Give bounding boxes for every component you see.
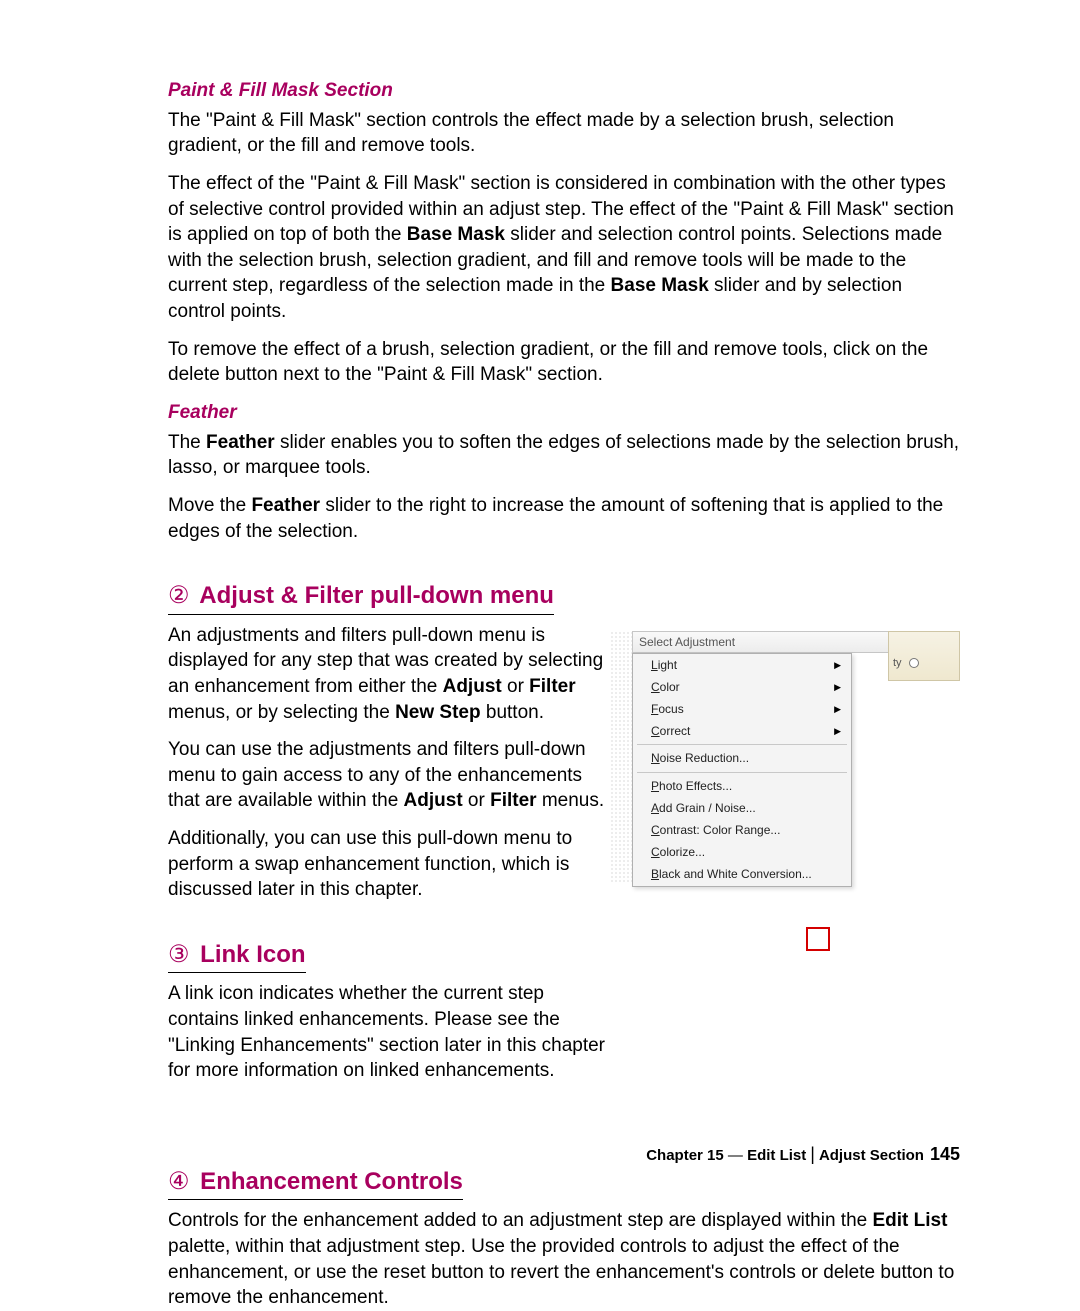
chevron-right-icon: ▶: [834, 681, 841, 693]
body-text: You can use the adjustments and filters …: [168, 737, 608, 814]
text-run: olorize...: [660, 845, 705, 859]
dropdown-label: Select Adjustment: [639, 634, 915, 650]
page-content: Paint & Fill Mask Section The "Paint & F…: [0, 0, 1080, 1311]
text-bold: Feather: [251, 495, 320, 516]
numbered-marker-icon: ②: [168, 580, 190, 612]
heading-text: Adjust & Filter pull-down menu: [194, 582, 554, 609]
text-run: menus, or by selecting the: [168, 702, 395, 723]
menu-item-color[interactable]: Color ▶: [633, 676, 851, 698]
text-run: lack and White Conversion...: [659, 867, 812, 881]
chevron-right-icon: ▶: [834, 703, 841, 715]
heading-adjust-filter: ② Adjust & Filter pull-down menu: [168, 580, 554, 614]
mnemonic: C: [651, 680, 660, 694]
mnemonic: C: [651, 845, 660, 859]
mnemonic: L: [651, 658, 658, 672]
body-text: The effect of the "Paint & Fill Mask" se…: [168, 171, 960, 325]
heading-feather: Feather: [168, 400, 960, 426]
text-bold: Feather: [206, 432, 275, 453]
menu-separator: [637, 772, 847, 773]
radio-icon[interactable]: [909, 658, 919, 668]
text-run: dd Grain / Noise...: [659, 801, 756, 815]
text-run: menus.: [537, 790, 605, 811]
dropdown-screenshot: ty Select Adjustment ▼ ✓ Light▶ Color▶ F…: [632, 631, 960, 887]
mnemonic: C: [651, 823, 660, 837]
panel-background: ty: [888, 631, 960, 681]
mnemonic: C: [651, 724, 660, 738]
body-text: The Feather slider enables you to soften…: [168, 430, 960, 481]
text-bold: Base Mask: [407, 224, 505, 245]
mnemonic: P: [651, 779, 659, 793]
body-text: Move the Feather slider to the right to …: [168, 493, 960, 544]
menu-item-noise-reduction[interactable]: Noise Reduction...: [633, 747, 851, 769]
column-right: ty Select Adjustment ▼ ✓ Light▶ Color▶ F…: [632, 623, 960, 887]
text-bold: Filter: [529, 676, 575, 697]
text-run: button.: [481, 702, 544, 723]
menu-item-colorize[interactable]: Colorize...: [633, 841, 851, 863]
page-footer: Chapter 15 — Edit List|Adjust Section 145: [646, 1142, 960, 1166]
text-bold: Filter: [490, 790, 536, 811]
two-column-layout: An adjustments and filters pull-down men…: [168, 623, 960, 1096]
menu-item-focus[interactable]: Focus▶: [633, 698, 851, 720]
text-run: Move the: [168, 495, 251, 516]
chevron-right-icon: ▶: [834, 725, 841, 737]
text-bold: Edit List: [873, 1210, 948, 1231]
text-bold: New Step: [395, 702, 481, 723]
body-text: To remove the effect of a brush, selecti…: [168, 337, 960, 388]
footer-section-b: Adjust Section: [819, 1147, 924, 1164]
body-text: An adjustments and filters pull-down men…: [168, 623, 608, 726]
mnemonic: A: [651, 801, 659, 815]
menu-item-photo-effects[interactable]: Photo Effects...: [633, 775, 851, 797]
text-run: hoto Effects...: [659, 779, 732, 793]
heading-enhancement-controls: ④ Enhancement Controls: [168, 1166, 463, 1200]
text-run: The: [168, 432, 206, 453]
text-run: or: [502, 676, 529, 697]
text-run: Controls for the enhancement added to an…: [168, 1210, 873, 1231]
chevron-right-icon: ▶: [834, 659, 841, 671]
footer-chapter: Chapter 15: [646, 1147, 724, 1164]
menu-separator: [637, 744, 847, 745]
page-number: 145: [930, 1144, 960, 1164]
text-run: slider enables you to soften the edges o…: [168, 432, 959, 479]
menu-item-bw-conversion[interactable]: Black and White Conversion...: [633, 863, 851, 885]
text-run: —: [724, 1147, 747, 1164]
text-run: ocus: [658, 702, 683, 716]
column-left: An adjustments and filters pull-down men…: [168, 623, 608, 1096]
body-text: A link icon indicates whether the curren…: [168, 981, 608, 1084]
menu-item-correct[interactable]: Correct ▶: [633, 720, 851, 742]
text-run: orrect: [660, 724, 691, 738]
text-bold: Base Mask: [611, 275, 709, 296]
mnemonic: N: [651, 751, 660, 765]
numbered-marker-icon: ③: [168, 939, 190, 971]
footer-section-a: Edit List: [747, 1147, 806, 1164]
menu-item-add-grain[interactable]: Add Grain / Noise...: [633, 797, 851, 819]
drag-handle-icon: [610, 631, 632, 883]
menu-item-light[interactable]: Light ▶: [633, 654, 851, 676]
body-text: Controls for the enhancement added to an…: [168, 1208, 960, 1311]
mnemonic: B: [651, 867, 659, 881]
heading-link-icon: ③ Link Icon: [168, 939, 306, 973]
text-run: ontrast: Color Range...: [660, 823, 781, 837]
heading-text: Link Icon: [194, 941, 306, 968]
numbered-marker-icon: ④: [168, 1166, 190, 1198]
heading-text: Enhancement Controls: [194, 1168, 463, 1195]
menu-item-contrast-color-range[interactable]: Contrast: Color Range...: [633, 819, 851, 841]
text-fragment: ty: [893, 657, 902, 669]
heading-paint-fill: Paint & Fill Mask Section: [168, 78, 960, 104]
highlight-box-icon: [806, 927, 830, 951]
text-run: ight: [658, 658, 677, 672]
body-text: The "Paint & Fill Mask" section controls…: [168, 108, 960, 159]
text-bold: Adjust: [443, 676, 502, 697]
text-run: olor: [660, 680, 680, 694]
text-run: oise Reduction...: [660, 751, 749, 765]
dropdown-menu: Light▶ Color▶ Focus▶ Correct▶ Noise Redu…: [632, 653, 852, 887]
text-run: palette, within that adjustment step. Us…: [168, 1236, 954, 1308]
body-text: Additionally, you can use this pull-down…: [168, 826, 608, 903]
text-run: or: [463, 790, 490, 811]
text-bold: Adjust: [404, 790, 463, 811]
separator-icon: |: [806, 1144, 819, 1164]
